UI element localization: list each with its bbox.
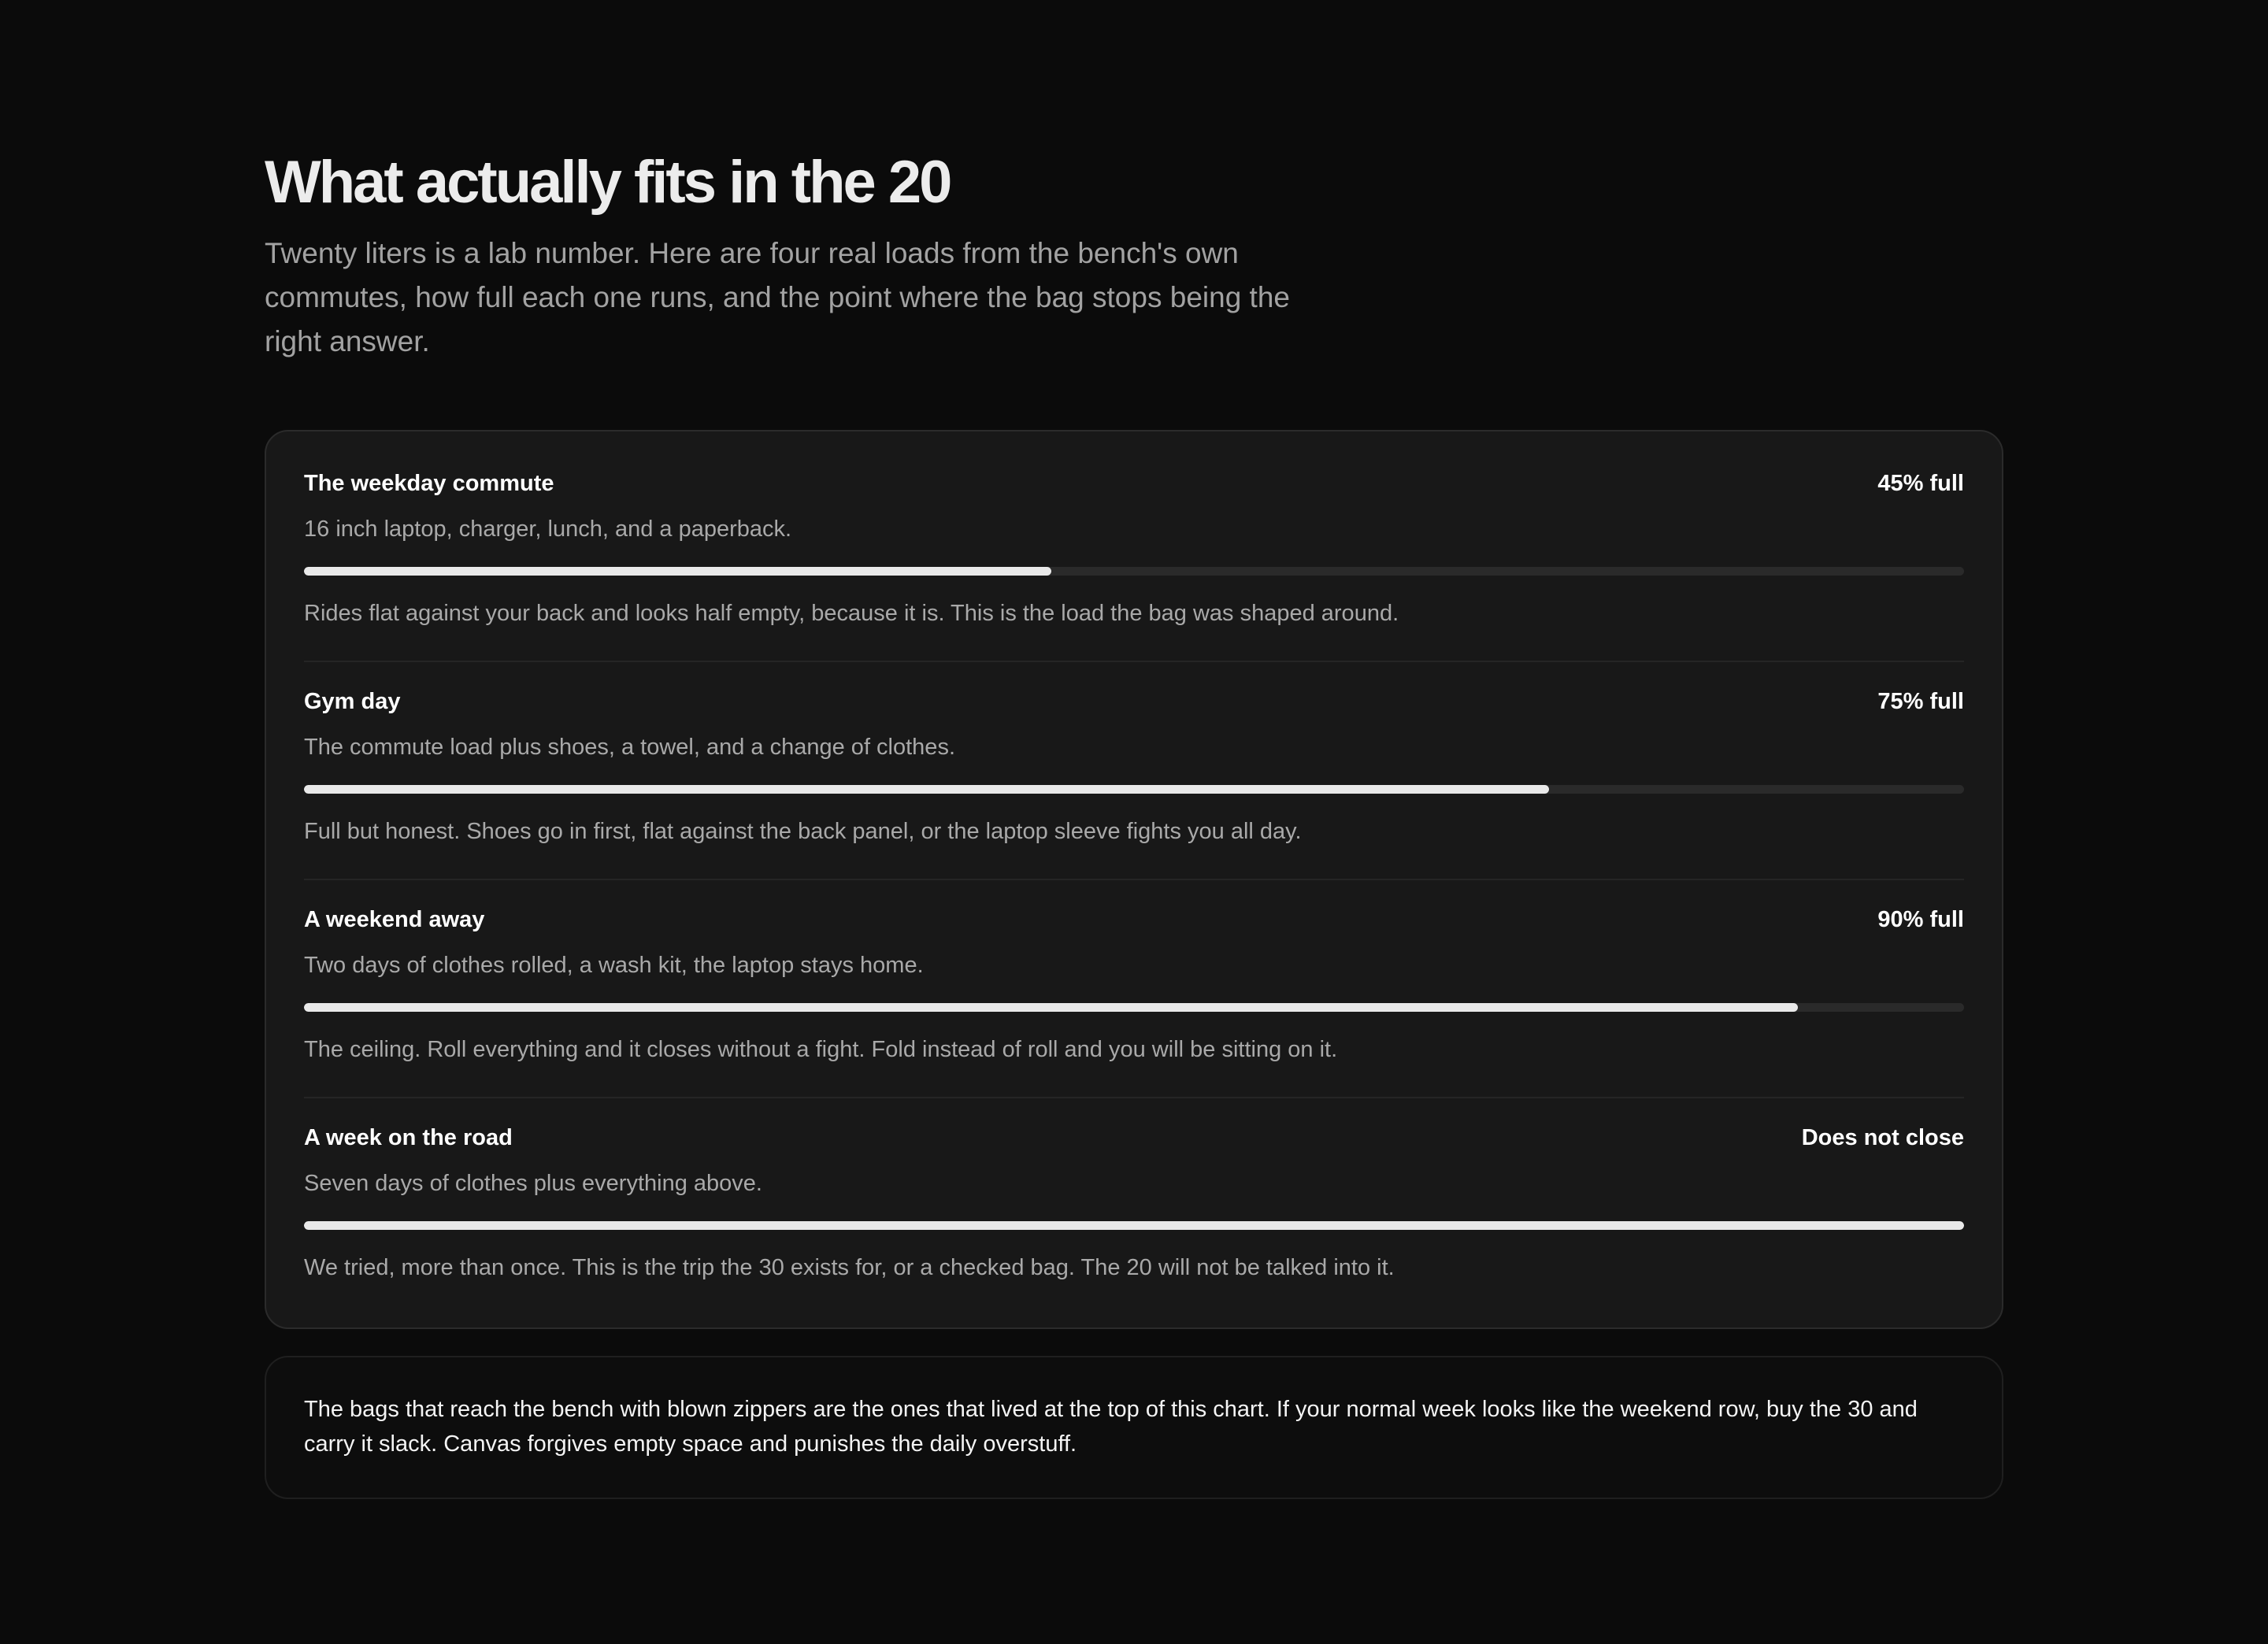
load-verdict: Full but honest. Shoes go in first, flat… <box>304 819 1302 844</box>
row-head: The weekday commute 45% full <box>304 471 1964 505</box>
load-verdict: The ceiling. Roll everything and it clos… <box>304 1037 1338 1062</box>
fill-meter-track <box>304 785 1964 794</box>
fill-meter-track <box>304 567 1964 576</box>
load-row-week-on-road: A week on the road Does not close Seven … <box>304 1098 1964 1315</box>
loads-card: The weekday commute 45% full 16 inch lap… <box>265 430 2003 1329</box>
load-title: The weekday commute <box>304 471 554 496</box>
page-title: What actually fits in the 20 <box>265 149 952 216</box>
load-contents: Two days of clothes rolled, a wash kit, … <box>304 953 924 978</box>
fill-meter-bar <box>304 1003 1799 1012</box>
load-row-weekday-commute: The weekday commute 45% full 16 inch lap… <box>304 444 1964 662</box>
row-head: A week on the road Does not close <box>304 1125 1964 1160</box>
fill-meter-bar <box>304 567 1051 576</box>
load-verdict: Rides flat against your back and looks h… <box>304 601 1399 626</box>
fill-meter-track <box>304 1221 1964 1230</box>
load-contents: The commute load plus shoes, a towel, an… <box>304 735 955 760</box>
page-intro: Twenty liters is a lab number. Here are … <box>265 237 1290 357</box>
fill-meter-bar <box>304 785 1549 794</box>
load-contents: 16 inch laptop, charger, lunch, and a pa… <box>304 517 792 542</box>
load-contents: Seven days of clothes plus everything ab… <box>304 1171 762 1196</box>
load-status: Does not close <box>1801 1125 1964 1150</box>
fill-meter-track <box>304 1003 1964 1012</box>
row-head: Gym day 75% full <box>304 689 1964 724</box>
takeaway-note: The bags that reach the bench with blown… <box>265 1356 2003 1499</box>
load-status: 75% full <box>1877 689 1964 714</box>
load-row-weekend-away: A weekend away 90% full Two days of clot… <box>304 880 1964 1098</box>
load-status: 90% full <box>1877 907 1964 932</box>
page: What actually fits in the 20 Twenty lite… <box>265 150 2003 1499</box>
row-head: A weekend away 90% full <box>304 907 1964 942</box>
load-title: A week on the road <box>304 1125 513 1150</box>
fill-meter-bar <box>304 1221 1964 1230</box>
load-title: Gym day <box>304 689 401 714</box>
load-title: A weekend away <box>304 907 485 932</box>
load-status: 45% full <box>1877 471 1964 496</box>
load-row-gym-day: Gym day 75% full The commute load plus s… <box>304 662 1964 880</box>
load-verdict: We tried, more than once. This is the tr… <box>304 1255 1395 1280</box>
